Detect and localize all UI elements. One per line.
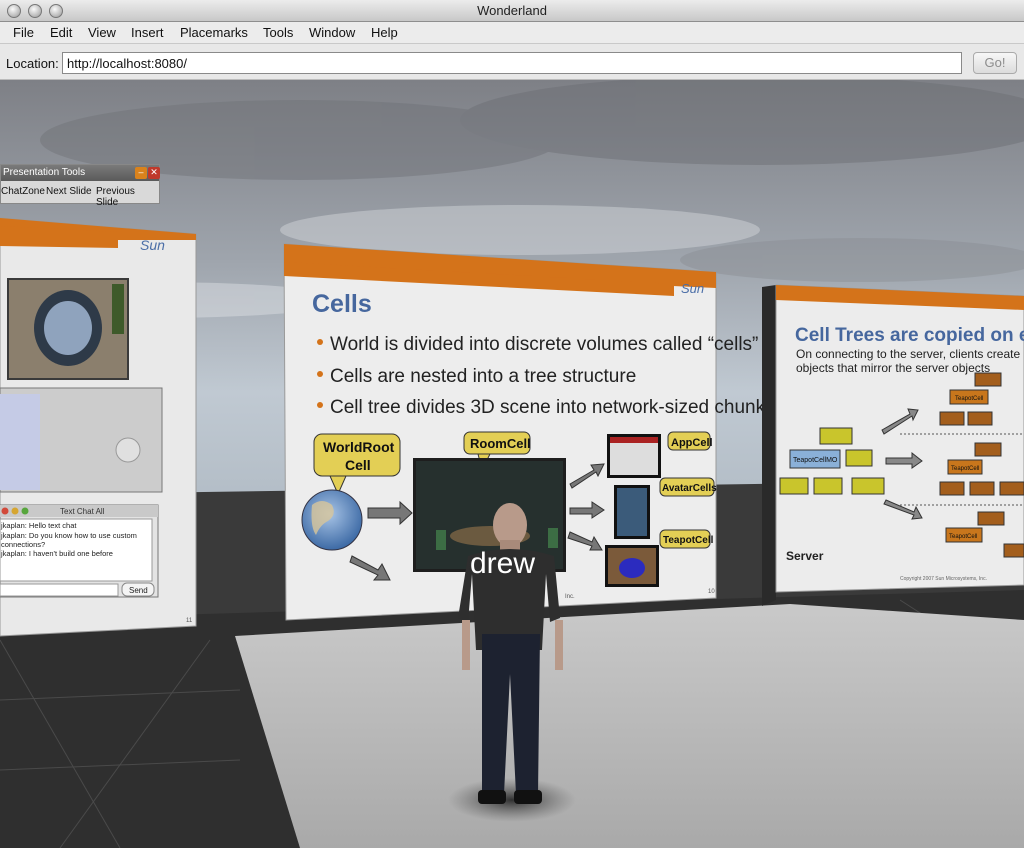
center-slide-footer: Inc. — [565, 594, 575, 600]
right-slide-title: Cell Trees are copied on each c — [795, 325, 1024, 346]
right-slide-line2: objects that mirror the server objects — [796, 361, 990, 375]
close-window-button[interactable] — [7, 4, 21, 18]
minimize-window-button[interactable] — [28, 4, 42, 18]
menu-placemarks[interactable]: Placemarks — [180, 22, 248, 44]
location-bar: Location: Go! — [0, 44, 1024, 80]
close-icon[interactable]: ✕ — [148, 167, 160, 179]
callout-teapotcell: TeapotCell — [663, 535, 714, 546]
left-slide-page: 11 — [186, 618, 193, 624]
3d-viewport[interactable]: Sun Text Chat All jkaplan: Hello text ch… — [0, 80, 1024, 848]
tree-node-label-1: TeapotCell — [955, 396, 983, 402]
left-slide-logo: Sun — [140, 237, 165, 253]
callout-appcell: AppCell — [671, 437, 713, 449]
chat-line-1: jkaplan: Hello text chat — [0, 521, 77, 530]
tree-node-label-2: TeapotCell — [951, 466, 979, 472]
callout-worldroot-2: Cell — [345, 457, 371, 473]
tree-node-label-3: TeapotCell — [949, 534, 977, 540]
right-slide-server-label: Server — [786, 549, 824, 563]
callout-worldroot-1: WorldRoot — [323, 439, 395, 455]
left-slide: Sun Text Chat All jkaplan: Hello text ch… — [0, 217, 197, 637]
center-slide-title: Cells — [312, 290, 372, 318]
title-bar: Wonderland — [0, 0, 1024, 22]
previous-slide-button[interactable]: Previous Slide — [96, 186, 159, 208]
menu-edit[interactable]: Edit — [50, 22, 72, 44]
center-slide-logo: Sun — [681, 281, 704, 296]
presentation-tools-panel: Presentation Tools – ✕ ChatZone Next Sli… — [0, 164, 160, 208]
tree-root-label: TeapotCellMO — [793, 457, 838, 464]
go-button[interactable]: Go! — [973, 52, 1017, 74]
menu-bar: File Edit View Insert Placemarks Tools W… — [0, 22, 1024, 44]
center-bullet-3: Cell tree divides 3D scene into network-… — [330, 397, 775, 418]
next-slide-button[interactable]: Next Slide — [46, 186, 92, 197]
menu-insert[interactable]: Insert — [131, 22, 164, 44]
center-bullet-2: Cells are nested into a tree structure — [330, 366, 636, 387]
right-slide-footer: Copyright 2007 Sun Microsystems, Inc. — [900, 576, 987, 582]
location-input[interactable] — [62, 52, 962, 74]
menu-view[interactable]: View — [88, 22, 116, 44]
menu-tools[interactable]: Tools — [263, 22, 293, 44]
chat-line-4: jkaplan: I haven't build one before — [0, 549, 113, 558]
right-slide-line1: On connecting to the server, clients cre… — [796, 347, 1024, 361]
stage-platform — [235, 604, 1024, 848]
chat-window-title: Text Chat All — [60, 507, 105, 516]
center-bullet-1: World is divided into discrete volumes c… — [330, 334, 758, 355]
minimize-icon[interactable]: – — [135, 167, 147, 179]
menu-help[interactable]: Help — [371, 22, 398, 44]
location-label: Location: — [6, 56, 59, 71]
window-title: Wonderland — [477, 3, 547, 18]
callout-avatarcells: AvatarCells — [662, 483, 717, 494]
zoom-window-button[interactable] — [49, 4, 63, 18]
chatzone-button[interactable]: ChatZone — [1, 186, 45, 197]
wonderland-window: Wonderland File Edit View Insert Placema… — [0, 0, 1024, 848]
chat-send-button: Send — [129, 586, 148, 595]
menu-file[interactable]: File — [13, 22, 34, 44]
chat-line-2: jkaplan: Do you know how to use custom — [0, 531, 137, 540]
right-slide: Cell Trees are copied on each c On conne… — [762, 284, 1024, 606]
avatar-name-tag: drew — [470, 547, 536, 580]
callout-roomcell: RoomCell — [470, 436, 531, 451]
chat-line-3: connections? — [1, 540, 45, 549]
center-slide-page: 10 — [708, 589, 715, 595]
menu-window[interactable]: Window — [309, 22, 355, 44]
